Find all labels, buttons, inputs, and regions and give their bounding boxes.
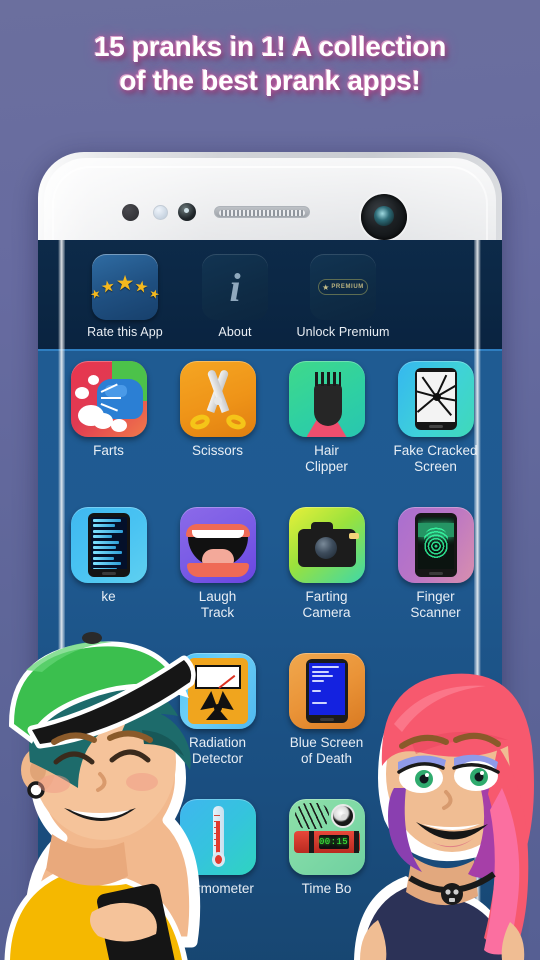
farting-camera-icon[interactable] (288, 507, 365, 583)
label-line-2: Camera (302, 604, 351, 620)
label-line-2: Scanner (410, 604, 461, 620)
toolbar-label-rate: Rate this App (87, 325, 163, 339)
app-finger-scanner[interactable]: Finger Scanner (383, 507, 488, 620)
star-2: ★ (99, 277, 117, 298)
app-row-1: Farts Scissors Hair Clipper Fake Cracked… (38, 353, 502, 499)
boy-character (0, 612, 220, 960)
rate-tile[interactable]: ★ ★ ★ ★ ★ (88, 254, 162, 320)
star-3: ★ (115, 271, 135, 295)
label-line-2: Screen (414, 458, 457, 474)
front-camera-icon (361, 194, 407, 240)
finger-scanner-icon[interactable] (397, 507, 474, 583)
earpiece-speaker-icon (214, 206, 310, 218)
light-sensor-icon (153, 205, 168, 220)
scissors-icon[interactable] (179, 361, 256, 437)
app-label-scissors: Scissors (165, 443, 270, 459)
toolbar-item-unlock-premium[interactable]: ★ PREMIUM Unlock Premium (288, 254, 398, 339)
app-label-fake-hack: ke (56, 589, 161, 605)
app-label-finger-scanner: Finger Scanner (383, 589, 488, 620)
phone-sensor-row (38, 194, 502, 240)
girl-character (348, 628, 540, 960)
label-line-1: Farting (305, 589, 348, 604)
toolbar-label-unlock-premium: Unlock Premium (296, 325, 390, 339)
label-line-1: Scissors (191, 443, 243, 458)
info-icon: i (229, 264, 241, 310)
hair-clipper-icon[interactable] (288, 361, 365, 437)
app-fake-cracked-screen[interactable]: Fake Cracked Screen (383, 361, 488, 474)
app-farting-camera[interactable]: Farting Camera (274, 507, 379, 620)
label-line-1: Hair (314, 443, 339, 458)
stars-icon: ★ ★ ★ ★ ★ (88, 254, 162, 320)
app-label-hair-clipper: Hair Clipper (274, 443, 379, 474)
label-line-1: ke (101, 589, 116, 604)
proximity-sensor-icon (122, 204, 139, 221)
toolbar-item-rate[interactable]: ★ ★ ★ ★ ★ Rate this App (70, 254, 180, 339)
premium-badge-icon: ★ PREMIUM (318, 279, 368, 295)
bomb-timer-display: 00:15 (318, 837, 348, 847)
page-headline: 15 pranks in 1! A collection of the best… (0, 30, 540, 98)
headline-line-1: 15 pranks in 1! A collection (93, 31, 447, 62)
app-label-farts: Farts (56, 443, 161, 459)
fake-hack-icon[interactable] (70, 507, 147, 583)
headline-line-2: of the best prank apps! (119, 65, 421, 97)
label-line-2: Clipper (305, 458, 348, 474)
app-fake-hack[interactable]: ke (56, 507, 161, 605)
laugh-track-icon[interactable] (179, 507, 256, 583)
app-farts[interactable]: Farts (56, 361, 161, 459)
star-5: ★ (146, 285, 162, 303)
toolbar-item-about[interactable]: i About (180, 254, 290, 339)
app-laugh-track[interactable]: Laugh Track (165, 507, 270, 620)
app-scissors[interactable]: Scissors (165, 361, 270, 459)
secondary-camera-icon (178, 203, 196, 221)
premium-tile[interactable]: ★ PREMIUM (310, 254, 376, 320)
app-label-farting-camera: Farting Camera (274, 589, 379, 620)
label-line-1: Fake Cracked (393, 443, 478, 458)
label-line-1: Laugh (198, 589, 237, 604)
app-toolbar: ★ ★ ★ ★ ★ Rate this App i About ★ PREMIU… (38, 240, 502, 351)
about-tile[interactable]: i (202, 254, 268, 320)
label-line-1: Time Bo (301, 881, 352, 896)
premium-badge-text: PREMIUM (331, 284, 364, 290)
app-hair-clipper[interactable]: Hair Clipper (274, 361, 379, 474)
speaker-grille (219, 210, 305, 216)
cracked-screen-icon[interactable] (397, 361, 474, 437)
toolbar-label-about: About (218, 325, 252, 339)
app-label-fake-cracked-screen: Fake Cracked Screen (383, 443, 488, 474)
label-line-1: Finger (416, 589, 455, 604)
farts-icon[interactable] (70, 361, 147, 437)
label-line-1: Farts (93, 443, 124, 458)
premium-star-icon: ★ (322, 282, 330, 292)
